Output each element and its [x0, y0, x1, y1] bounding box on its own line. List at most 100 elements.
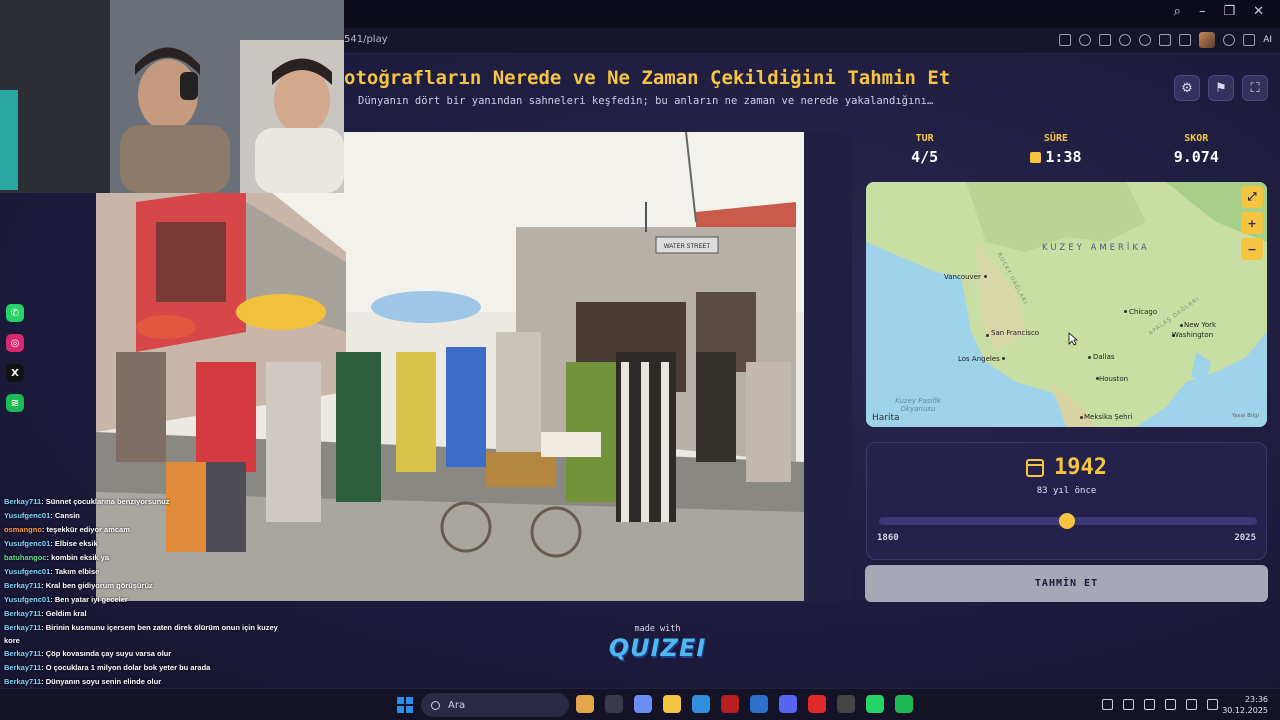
- settings-button[interactable]: ⚙: [1174, 75, 1200, 101]
- city-marker: [1088, 356, 1091, 359]
- city-marker: [1002, 357, 1005, 360]
- street-sign-text: WATER STREET: [664, 244, 711, 250]
- chevron-up-icon[interactable]: [1102, 699, 1113, 710]
- map-controls: ⤢ + −: [1241, 186, 1263, 260]
- restore-icon[interactable]: ❐: [1223, 4, 1235, 19]
- location-map[interactable]: KUZEY AMERİKA ROCKY DAĞLARI APALAŞ DAĞLA…: [866, 182, 1267, 427]
- map-legal-link[interactable]: Yasal Bilgi: [1232, 413, 1259, 419]
- page-title: otoğrafların Nerede ve Ne Zaman Çekildiğ…: [344, 67, 951, 89]
- edit-icon[interactable]: [1059, 34, 1072, 46]
- copilot-icon[interactable]: [634, 695, 652, 713]
- chat-username[interactable]: Berkay711: [4, 677, 41, 686]
- zoom-in-button[interactable]: +: [1241, 212, 1263, 234]
- fullscreen-button[interactable]: ⛶: [1242, 75, 1268, 101]
- taskbar-apps: [576, 695, 913, 713]
- city-san-francisco: San Francisco: [991, 329, 1040, 337]
- start-button[interactable]: [397, 697, 413, 713]
- chat-username[interactable]: Berkay711: [4, 663, 41, 672]
- map-ocean-label: Kuzey Pasifik Okyanusu: [895, 397, 941, 413]
- chat-text: : Takım elbise: [50, 567, 100, 576]
- file-explorer-icon[interactable]: [663, 695, 681, 713]
- year-slider-thumb[interactable]: [1058, 513, 1075, 529]
- edge-icon[interactable]: [692, 695, 710, 713]
- made-with-badge[interactable]: made with QUIZEI: [600, 624, 715, 662]
- chat-message: Berkay711: Kral ben gidiyorum görüşürüz: [4, 581, 153, 590]
- download-icon[interactable]: [1159, 34, 1172, 46]
- chat-username[interactable]: Yusufgenc01: [4, 511, 50, 520]
- mail-icon[interactable]: [750, 695, 768, 713]
- quizei-logo: QUIZEI: [608, 634, 707, 662]
- expand-icon: ⛶: [1250, 80, 1260, 96]
- discord-icon[interactable]: [779, 695, 797, 713]
- photo-frame: [804, 132, 852, 601]
- map-expand-button[interactable]: ⤢: [1241, 186, 1263, 208]
- close-icon[interactable]: ✕: [1253, 4, 1264, 19]
- spotify-icon[interactable]: ≋: [6, 394, 24, 412]
- chat-username[interactable]: Berkay711: [4, 581, 41, 590]
- webcam-feed: [0, 0, 344, 193]
- chat-username[interactable]: Yusufgenc01: [4, 567, 50, 576]
- taskbar-search[interactable]: Ara: [421, 693, 569, 717]
- display-icon[interactable]: [1165, 699, 1176, 710]
- chat-username[interactable]: osmangno: [4, 525, 42, 534]
- chat-username[interactable]: Yusufgenc01: [4, 539, 50, 548]
- netflix-icon[interactable]: [721, 695, 739, 713]
- whatsapp-app-icon[interactable]: [866, 695, 884, 713]
- microphone-icon[interactable]: [1144, 699, 1155, 710]
- social-links: ✆ ◎ X ≋: [6, 304, 24, 412]
- task-view-icon[interactable]: [605, 695, 623, 713]
- city-new-york: New York: [1184, 321, 1217, 329]
- years-ago-text: 83 yıl önce: [1036, 486, 1097, 496]
- sync-icon[interactable]: [1123, 699, 1134, 710]
- year-max-label: 2025: [1234, 533, 1256, 543]
- chat-text: kore: [4, 636, 20, 645]
- camera-icon[interactable]: [1079, 34, 1092, 46]
- volume-icon[interactable]: [1207, 699, 1218, 710]
- taskbar-clock[interactable]: 23:36 30.12.2025: [1222, 694, 1268, 716]
- wifi-icon[interactable]: [1186, 699, 1197, 710]
- whatsapp-icon[interactable]: ✆: [6, 304, 24, 322]
- chat-username[interactable]: Berkay711: [4, 497, 41, 506]
- play-icon[interactable]: [1119, 34, 1132, 46]
- map-region-label: KUZEY AMERİKA: [1042, 243, 1150, 253]
- spotify-app-icon[interactable]: [895, 695, 913, 713]
- stream-chat: Berkay711: Sünnet çocuklarına benziyorsu…: [0, 497, 300, 720]
- shield-icon[interactable]: [1223, 34, 1236, 46]
- heart-icon[interactable]: [1139, 34, 1152, 46]
- chat-username[interactable]: Berkay711: [4, 649, 41, 658]
- chat-username[interactable]: Berkay711: [4, 623, 41, 632]
- zoom-out-button[interactable]: −: [1241, 238, 1263, 260]
- search-icon[interactable]: ⌕: [1174, 4, 1181, 19]
- city-marker: [986, 334, 989, 337]
- steam-icon[interactable]: [837, 695, 855, 713]
- expand-icon: ⤢: [1247, 190, 1257, 203]
- url-text[interactable]: 541/play: [344, 34, 388, 45]
- chat-message: Yusufgenc01: Takım elbise: [4, 567, 99, 576]
- extension-icon[interactable]: [1243, 34, 1256, 46]
- opera-icon[interactable]: [808, 695, 826, 713]
- chat-username[interactable]: batuhangoc: [4, 553, 47, 562]
- cube-icon[interactable]: [1099, 34, 1112, 46]
- widget-icon[interactable]: [576, 695, 594, 713]
- instagram-icon[interactable]: ◎: [6, 334, 24, 352]
- header-actions: ⚙ ⚑ ⛶: [1174, 75, 1268, 101]
- made-with-text: made with: [634, 624, 681, 634]
- profile-avatar[interactable]: [1199, 32, 1216, 48]
- ai-button[interactable]: AI: [1263, 35, 1272, 45]
- x-icon[interactable]: X: [6, 364, 24, 382]
- chat-text: : Cansin: [50, 511, 80, 520]
- minimize-icon[interactable]: –: [1199, 4, 1206, 19]
- guess-button[interactable]: TAHMİN ET: [865, 565, 1268, 602]
- chat-username[interactable]: Berkay711: [4, 609, 41, 618]
- report-button[interactable]: ⚑: [1208, 75, 1234, 101]
- chat-text: : Sünnet çocuklarına benziyorsunuz: [41, 497, 170, 506]
- flag-icon: ⚑: [1215, 80, 1227, 96]
- chat-username[interactable]: Yusufgenc01: [4, 595, 50, 604]
- round-value: 4/5: [911, 148, 939, 166]
- menu-icon[interactable]: [1179, 34, 1192, 46]
- year-slider[interactable]: [879, 513, 1257, 529]
- chat-text: : teşekkür ediyor amcam: [41, 525, 130, 534]
- search-icon: [431, 700, 440, 710]
- webcam-overlay: [0, 0, 344, 193]
- year-display: 1942: [867, 455, 1266, 480]
